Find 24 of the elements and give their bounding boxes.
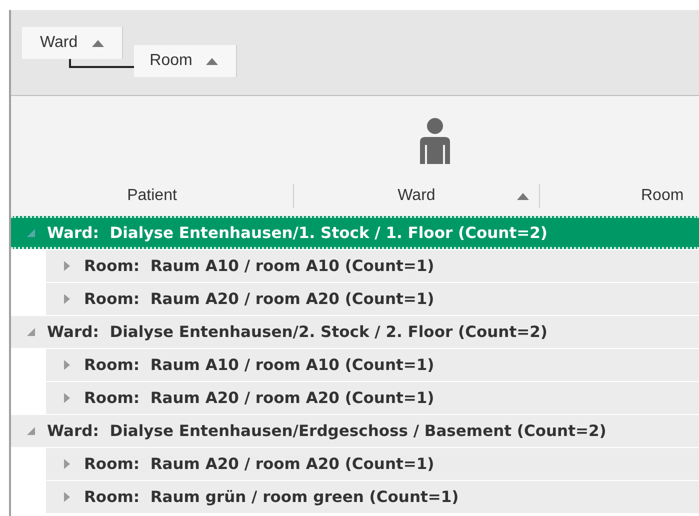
expand-triangle-icon — [64, 492, 70, 502]
expand-triangle-icon — [64, 261, 70, 271]
group-row[interactable]: Room: Raum A10 / room A10 (Count=1) — [46, 250, 699, 282]
collapse-triangle-icon — [27, 328, 35, 336]
group-row[interactable]: Ward: Dialyse Entenhausen/Erdgeschoss / Basement (Count=2) — [11, 414, 699, 447]
column-header[interactable]: Room — [540, 184, 699, 208]
group-row[interactable]: Room: Raum A20 / room A20 (Count=1) — [46, 448, 699, 480]
collapse-triangle-icon — [27, 228, 35, 236]
collapse-triangle-icon — [27, 427, 35, 435]
group-row[interactable]: Ward: Dialyse Entenhausen/2. Stock / 2. Floor (Count=2) — [11, 315, 699, 348]
expand-triangle-icon — [64, 393, 70, 403]
group-chip[interactable]: Room — [134, 45, 238, 77]
group-row[interactable]: Room: Raum A20 / room A20 (Count=1) — [46, 382, 699, 414]
expand-triangle-icon — [64, 459, 70, 469]
expand-triangle-icon — [64, 294, 70, 304]
group-row[interactable]: Room: Raum A20 / room A20 (Count=1) — [46, 283, 699, 315]
person-icon — [417, 118, 453, 164]
group-row[interactable]: Ward: Dialyse Entenhausen/1. Stock / 1. Floor (Count=2) — [11, 216, 699, 249]
group-row[interactable]: Room: Raum A10 / room A10 (Count=1) — [46, 349, 699, 381]
expand-triangle-icon — [64, 360, 70, 370]
group-chip[interactable]: Ward — [22, 27, 123, 59]
column-header[interactable]: Ward — [294, 184, 540, 208]
group-row[interactable]: Room: Raum grün / room green (Count=1) — [46, 481, 699, 513]
column-header[interactable]: Patient — [11, 184, 294, 208]
